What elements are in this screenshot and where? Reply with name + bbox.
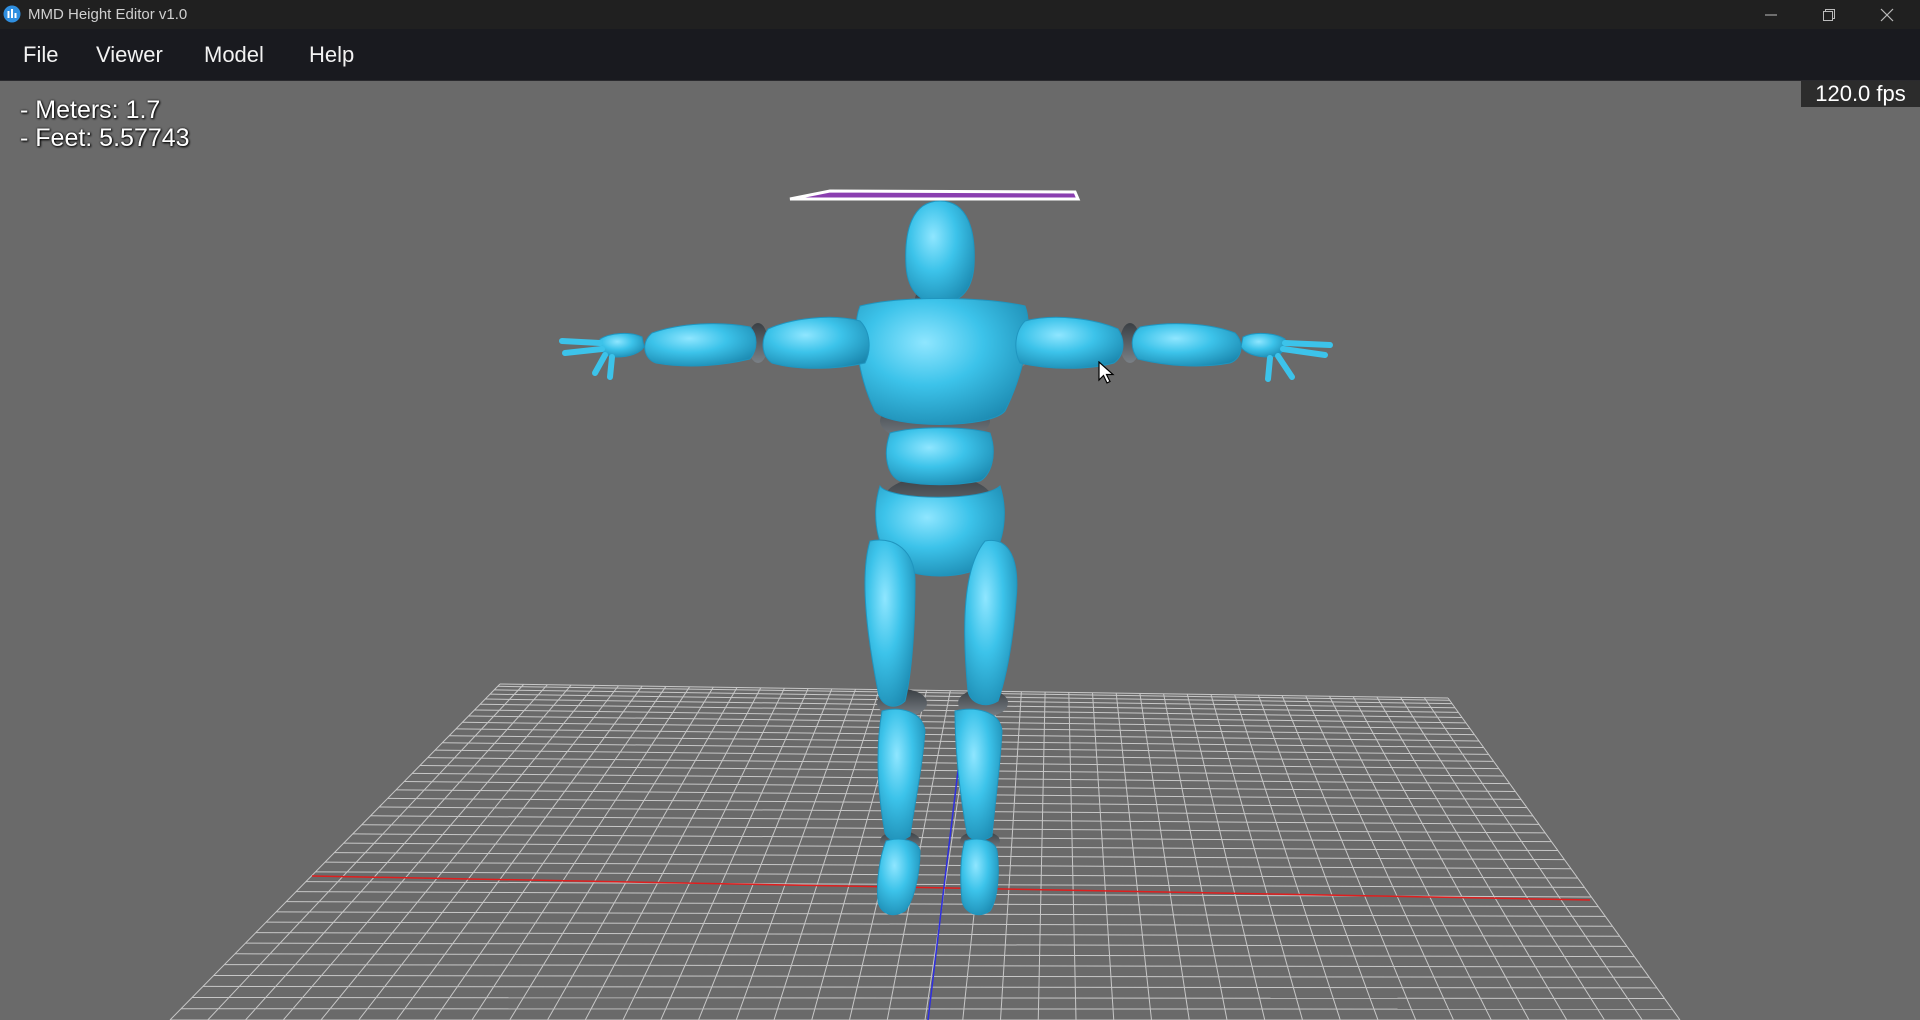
menu-help[interactable]: Help (305, 29, 358, 80)
minimize-icon (1765, 14, 1777, 15)
mouse-pointer-icon (1098, 361, 1115, 384)
window-title: MMD Height Editor v1.0 (28, 6, 188, 23)
close-icon (1880, 8, 1894, 21)
menu-viewer[interactable]: Viewer (92, 29, 167, 80)
minimize-button[interactable] (1742, 0, 1800, 29)
restore-icon (1823, 8, 1835, 21)
menu-bar: File Viewer Model Help (0, 29, 1920, 81)
scene-canvas[interactable] (0, 81, 1920, 1020)
height-marker-plane[interactable] (789, 189, 1081, 201)
fps-counter: 120.0 fps (1801, 81, 1920, 107)
meters-readout: - Meters: 1.7 (20, 96, 161, 124)
menu-file[interactable]: File (19, 29, 62, 80)
3d-viewport[interactable]: - Meters: 1.7 - Feet: 5.57743 120.0 fps (0, 81, 1920, 1020)
x-axis-line (311, 875, 1591, 901)
menu-model[interactable]: Model (200, 29, 268, 80)
app-logo-icon (3, 5, 21, 23)
restore-button[interactable] (1800, 0, 1858, 29)
title-bar: MMD Height Editor v1.0 (0, 0, 1920, 29)
close-button[interactable] (1858, 0, 1916, 29)
mannequin-model[interactable] (559, 200, 1333, 916)
feet-readout: - Feet: 5.57743 (20, 124, 190, 152)
